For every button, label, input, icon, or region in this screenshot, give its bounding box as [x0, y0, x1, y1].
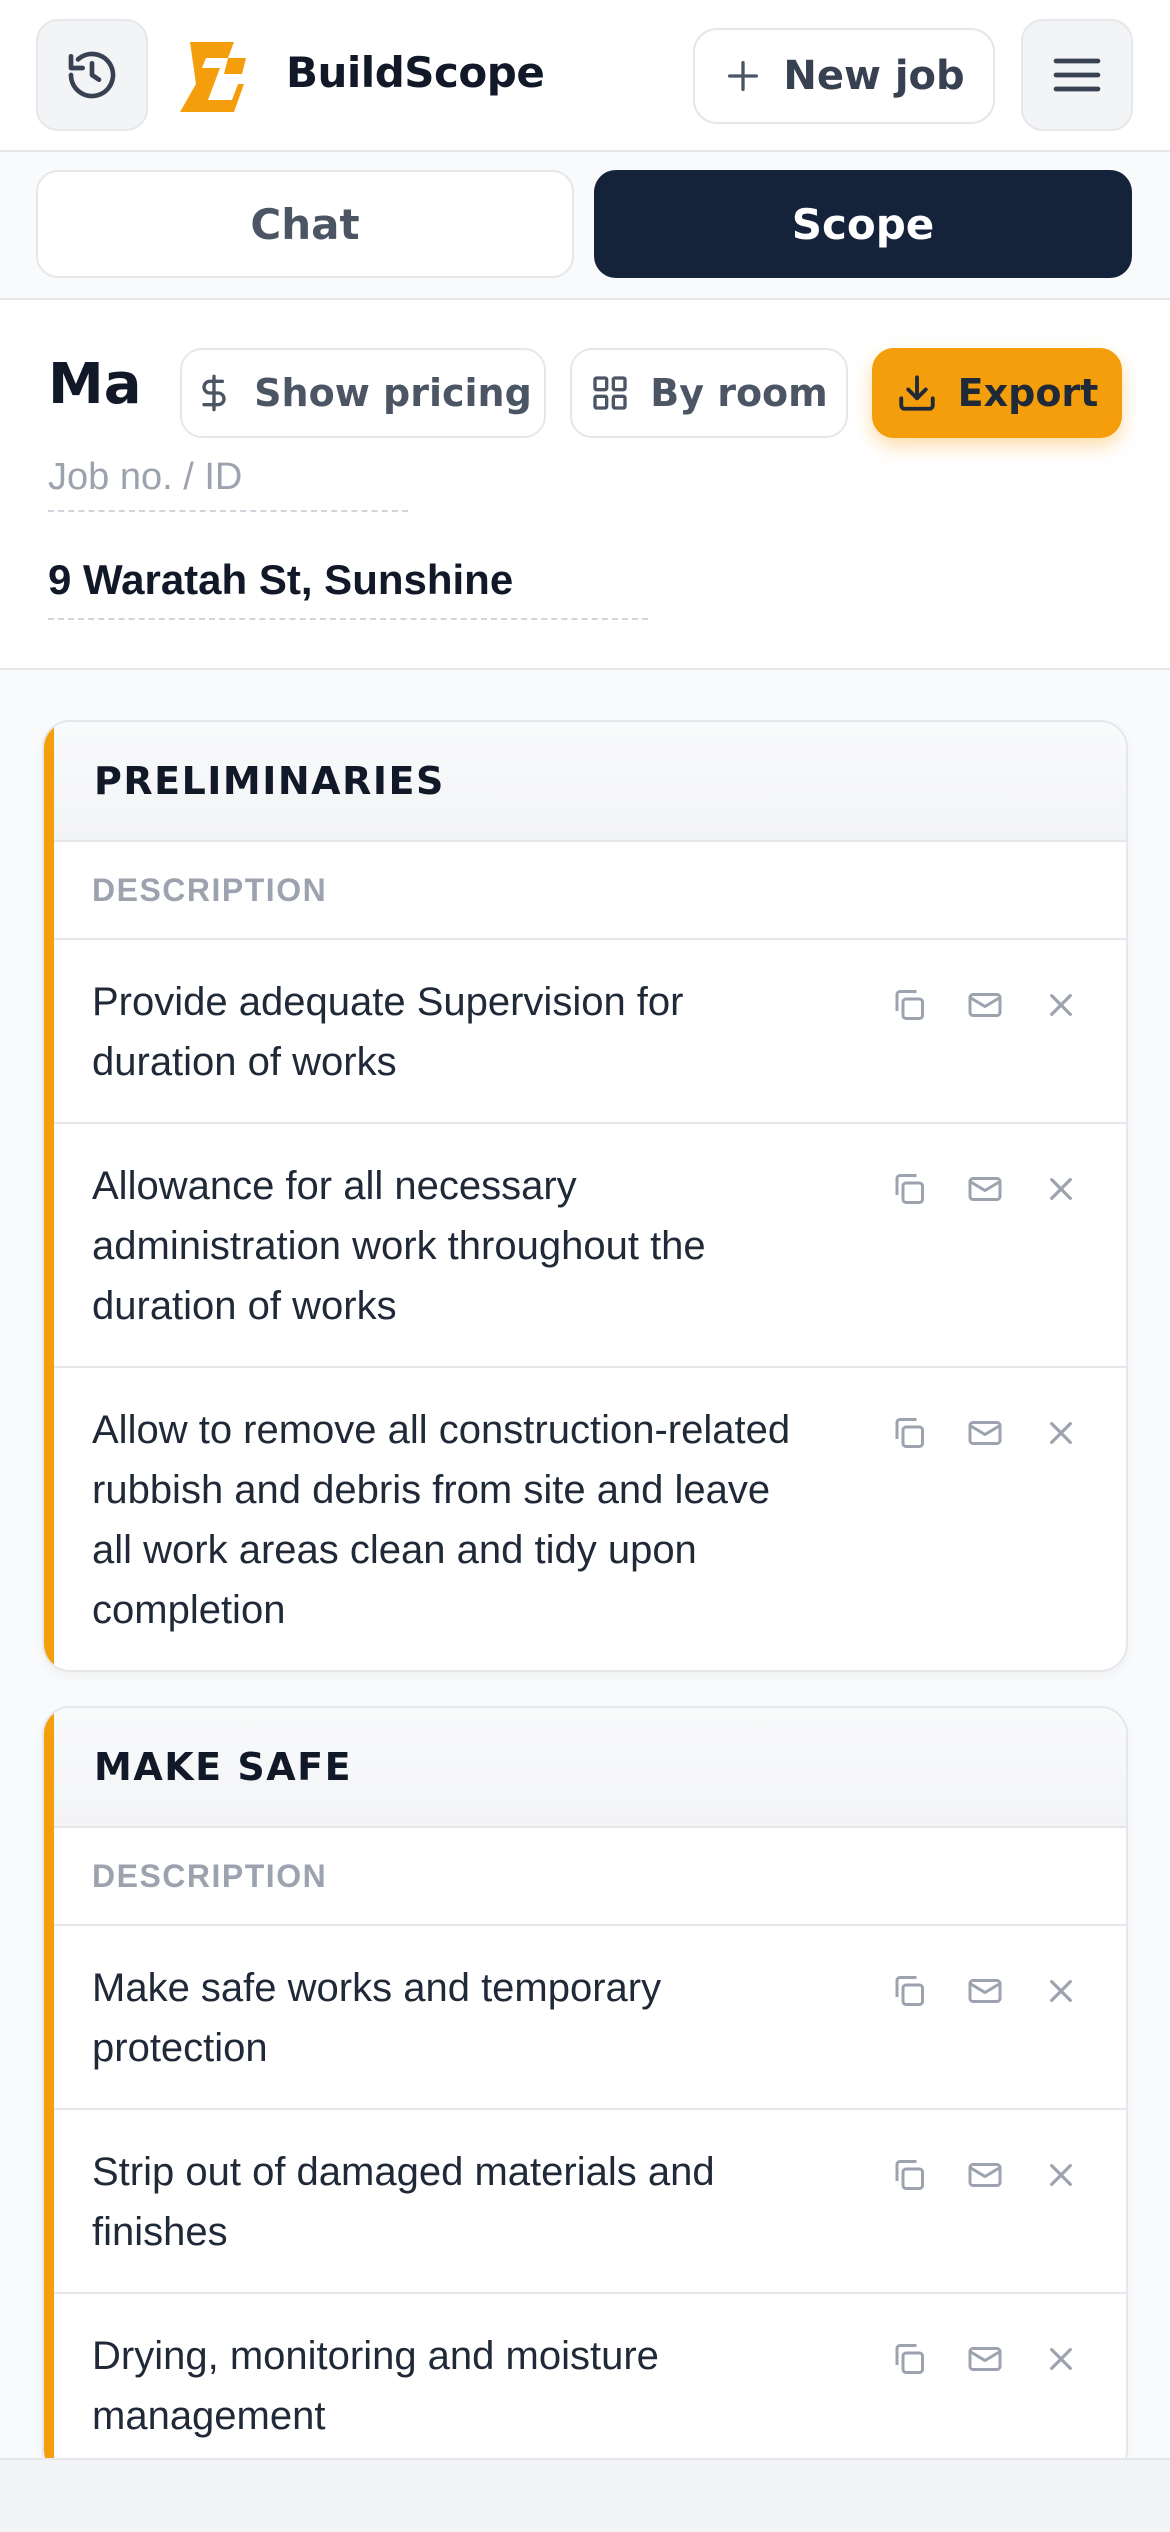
job-address-input[interactable]: 9 Waratah St, Sunshine [48, 556, 648, 620]
hamburger-menu-icon [1053, 58, 1101, 92]
duplicate-icon[interactable] [890, 1972, 928, 2010]
job-title[interactable]: Ma [48, 352, 142, 417]
new-job-label: New job [783, 53, 965, 99]
column-header-description: DESCRIPTION [54, 1828, 1126, 1926]
section-title: MAKE SAFE [44, 1708, 1126, 1828]
export-label: Export [957, 371, 1099, 415]
export-button[interactable]: Export [872, 348, 1122, 438]
item-description[interactable]: Make safe works and temporary protection [92, 1966, 661, 2070]
item-description[interactable]: Strip out of damaged materials and finis… [92, 2150, 715, 2254]
row-actions [890, 1170, 1080, 1208]
section-card-make-safe: MAKE SAFE DESCRIPTION Make safe works an… [42, 1706, 1128, 2458]
new-job-button[interactable]: New job [693, 28, 995, 124]
table-row: Allowance for all necessary administrati… [54, 1124, 1126, 1368]
table-row: Make safe works and temporary protection [54, 1926, 1126, 2110]
section-title: PRELIMINARIES [44, 722, 1126, 842]
mail-icon[interactable] [966, 1414, 1004, 1452]
job-id-input[interactable]: Job no. / ID [48, 452, 408, 512]
by-room-button[interactable]: By room [570, 348, 848, 438]
column-header-description: DESCRIPTION [54, 842, 1126, 940]
row-actions [890, 1972, 1080, 2010]
top-bar: BuildScope New job [0, 0, 1170, 152]
duplicate-icon[interactable] [890, 1170, 928, 1208]
bottom-bar [0, 2458, 1170, 2532]
close-icon[interactable] [1042, 2340, 1080, 2378]
show-pricing-button[interactable]: Show pricing [180, 348, 546, 438]
brand-name: BuildScope [286, 48, 545, 97]
table-row: Provide adequate Supervision for duratio… [54, 940, 1126, 1124]
mail-icon[interactable] [966, 1170, 1004, 1208]
mail-icon[interactable] [966, 2340, 1004, 2378]
mail-icon[interactable] [966, 1972, 1004, 2010]
table-row: Strip out of damaged materials and finis… [54, 2110, 1126, 2294]
tab-scope[interactable]: Scope [594, 170, 1132, 278]
item-description[interactable]: Allowance for all necessary administrati… [92, 1164, 706, 1328]
duplicate-icon[interactable] [890, 2156, 928, 2194]
history-icon [68, 51, 116, 99]
mail-icon[interactable] [966, 2156, 1004, 2194]
close-icon[interactable] [1042, 986, 1080, 1024]
show-pricing-label: Show pricing [254, 371, 532, 415]
item-description[interactable]: Allow to remove all construction-related… [92, 1408, 790, 1632]
item-description[interactable]: Provide adequate Supervision for duratio… [92, 980, 683, 1084]
menu-button[interactable] [1021, 19, 1133, 131]
tab-chat[interactable]: Chat [36, 170, 574, 278]
history-button[interactable] [36, 19, 148, 131]
row-actions [890, 1414, 1080, 1452]
table-row: Allow to remove all construction-related… [54, 1368, 1126, 1670]
mail-icon[interactable] [966, 986, 1004, 1024]
close-icon[interactable] [1042, 2156, 1080, 2194]
by-room-label: By room [650, 371, 828, 415]
close-icon[interactable] [1042, 1414, 1080, 1452]
grid-icon [593, 376, 627, 410]
dollar-icon [202, 374, 226, 412]
download-icon [898, 375, 935, 411]
plus-icon [728, 61, 759, 92]
close-icon[interactable] [1042, 1170, 1080, 1208]
view-tabs: Chat Scope [0, 152, 1170, 300]
row-actions [890, 986, 1080, 1024]
duplicate-icon[interactable] [890, 2340, 928, 2378]
duplicate-icon[interactable] [890, 986, 928, 1024]
table-row: Drying, monitoring and moisture manageme… [54, 2294, 1126, 2458]
scope-list: PRELIMINARIES DESCRIPTION Provide adequa… [0, 670, 1170, 2458]
job-header: Ma Show pricing By room Export Job no. /… [0, 300, 1170, 670]
buildscope-logo [180, 42, 246, 112]
row-actions [890, 2340, 1080, 2378]
duplicate-icon[interactable] [890, 1414, 928, 1452]
item-description[interactable]: Drying, monitoring and moisture manageme… [92, 2334, 659, 2438]
close-icon[interactable] [1042, 1972, 1080, 2010]
row-actions [890, 2156, 1080, 2194]
section-card-preliminaries: PRELIMINARIES DESCRIPTION Provide adequa… [42, 720, 1128, 1672]
